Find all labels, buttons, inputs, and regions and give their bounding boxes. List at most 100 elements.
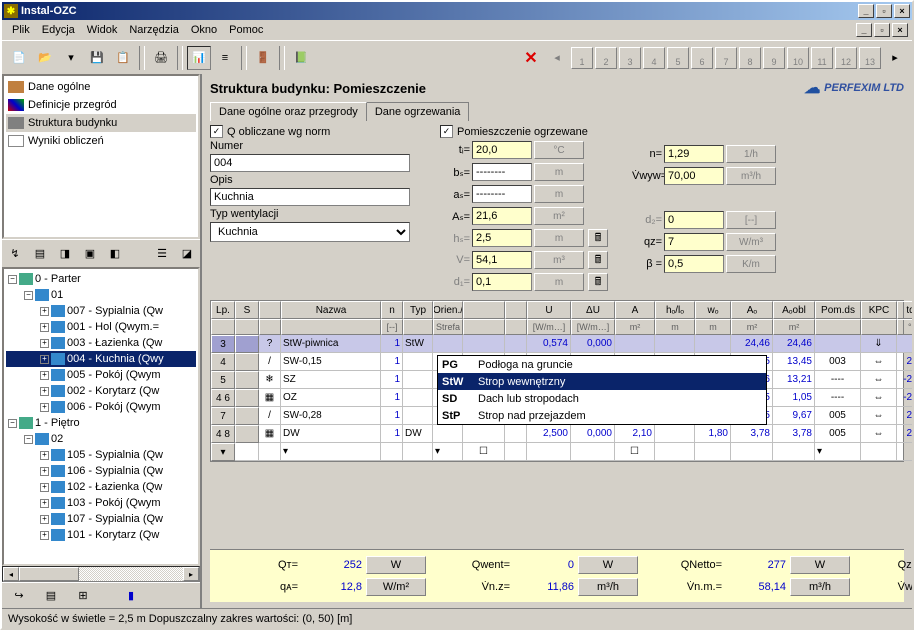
column-header[interactable]: Lp. [211, 301, 235, 319]
nav-1[interactable]: 1 [571, 47, 593, 69]
saveas-button[interactable]: 📋 [111, 46, 135, 70]
tree-node[interactable]: −0 - Parter [6, 271, 196, 287]
tree-scroll[interactable]: ◂ ▸ [2, 566, 200, 582]
as-input[interactable] [472, 185, 532, 203]
menu-narzedzia[interactable]: Narzędzia [123, 22, 185, 38]
tree-tool-4[interactable]: ▣ [80, 244, 100, 264]
column-header[interactable]: S [235, 301, 259, 319]
As-input[interactable] [472, 207, 532, 225]
bb-3[interactable]: ⊞ [71, 584, 95, 608]
tree-tool-2[interactable]: ▤ [30, 244, 50, 264]
column-header[interactable]: hₒ/lₒ [655, 301, 695, 319]
help-button[interactable]: 📗 [289, 46, 313, 70]
tree-node[interactable]: −02 [6, 431, 196, 447]
nav-5[interactable]: 5 [667, 47, 689, 69]
nav-definicje[interactable]: Definicje przegród [6, 96, 196, 114]
nav-wyniki[interactable]: Wyniki obliczeń [6, 132, 196, 150]
tab-dane-ogrzewania[interactable]: Dane ogrzewania [366, 102, 470, 121]
hs-input[interactable] [472, 229, 532, 247]
column-header[interactable]: tds [897, 301, 912, 319]
hs-calc-icon[interactable]: 🖩 [588, 229, 608, 247]
dropdown-option[interactable]: StWStrop wewnętrzny [438, 373, 766, 390]
column-header[interactable] [463, 301, 505, 319]
d1-input[interactable] [472, 273, 532, 291]
nav-next-button[interactable]: ▸ [883, 46, 907, 70]
minimize-button[interactable]: _ [858, 4, 874, 18]
dropdown-option[interactable]: SDDach lub stropodach [438, 390, 766, 407]
beta-input[interactable] [664, 255, 724, 273]
nav-8[interactable]: 8 [739, 47, 761, 69]
open-button[interactable]: 📂 [33, 46, 57, 70]
dropdown-option[interactable]: PGPodłoga na gruncie [438, 356, 766, 373]
tree-node[interactable]: +004 - Kuchnia (Qwy [6, 351, 196, 367]
nav-7[interactable]: 7 [715, 47, 737, 69]
save-button[interactable]: 💾 [85, 46, 109, 70]
nav-struktura[interactable]: Struktura budynku [6, 114, 196, 132]
tree-tool-3[interactable]: ◨ [55, 244, 75, 264]
bb-1[interactable]: ↪ [7, 584, 31, 608]
tree-node[interactable]: +002 - Korytarz (Qw [6, 383, 196, 399]
tree-node[interactable]: −01 [6, 287, 196, 303]
nav-prev-button[interactable]: ◂ [545, 46, 569, 70]
list-button[interactable]: ≡ [213, 46, 237, 70]
chk-q-obliczane[interactable]: ✓ [210, 125, 223, 138]
tree-node[interactable]: +005 - Pokój (Qwym [6, 367, 196, 383]
tree-tool-6[interactable]: ☰ [152, 244, 172, 264]
bb-4[interactable]: ▮ [119, 584, 143, 608]
bs-input[interactable] [472, 163, 532, 181]
tree-node[interactable]: +105 - Sypialnia (Qw [6, 447, 196, 463]
column-header[interactable]: ΔU [571, 301, 615, 319]
calc-button[interactable]: 📊 [187, 46, 211, 70]
column-header[interactable]: n [381, 301, 403, 319]
column-header[interactable] [259, 301, 281, 319]
tree-node[interactable]: +003 - Łazienka (Qw [6, 335, 196, 351]
menu-edycja[interactable]: Edycja [36, 22, 81, 38]
nav-11[interactable]: 11 [811, 47, 833, 69]
tree-node[interactable]: +103 - Pokój (Qwym [6, 495, 196, 511]
dropdown-button[interactable]: ▾ [59, 46, 83, 70]
print-button[interactable]: 🖨 [149, 46, 173, 70]
dropdown-option[interactable]: StPStrop nad przejazdem [438, 407, 766, 424]
d1-calc-icon[interactable]: 🖩 [588, 273, 608, 291]
column-header[interactable]: A [615, 301, 655, 319]
scroll-thumb[interactable] [19, 567, 79, 581]
column-header[interactable]: KPC [861, 301, 897, 319]
column-header[interactable]: Typ [403, 301, 433, 319]
nav-13[interactable]: 13 [859, 47, 881, 69]
new-button[interactable]: 📄 [7, 46, 31, 70]
nav-3[interactable]: 3 [619, 47, 641, 69]
tree-node[interactable]: +107 - Sypialnia (Qw [6, 511, 196, 527]
tree-node[interactable]: +101 - Korytarz (Qw [6, 527, 196, 543]
V-input[interactable] [472, 251, 532, 269]
exit-button[interactable]: 🚪 [251, 46, 275, 70]
table-row[interactable]: 3?StW-piwnica1StW0,5740,00024,4624,46⇓8,… [211, 335, 903, 353]
scroll-right-button[interactable]: ▸ [183, 567, 199, 581]
typw-select[interactable]: Kuchnia [210, 222, 410, 242]
data-grid[interactable]: Lp.SNazwanTypOrien./UΔUAhₒ/lₒwₒAₒAₒoblPo… [210, 300, 904, 462]
mdi-close-button[interactable]: × [892, 23, 908, 37]
tab-dane-ogolne[interactable]: Dane ogólne oraz przegrody [210, 102, 367, 121]
nav-6[interactable]: 6 [691, 47, 713, 69]
nav-9[interactable]: 9 [763, 47, 785, 69]
column-header[interactable]: U [527, 301, 571, 319]
bb-2[interactable]: ▤ [39, 584, 63, 608]
nav-dane-ogolne[interactable]: Dane ogólne [6, 78, 196, 96]
nav-2[interactable]: 2 [595, 47, 617, 69]
qz-input[interactable] [664, 233, 724, 251]
column-header[interactable] [505, 301, 527, 319]
tree-node[interactable]: +007 - Sypialnia (Qw [6, 303, 196, 319]
opis-input[interactable] [210, 188, 410, 206]
tree-node[interactable]: +006 - Pokój (Qwym [6, 399, 196, 415]
nav-4[interactable]: 4 [643, 47, 665, 69]
tree-tool-5[interactable]: ◧ [105, 244, 125, 264]
maximize-button[interactable]: ▫ [876, 4, 892, 18]
Vwyw-input[interactable] [664, 167, 724, 185]
mdi-minimize-button[interactable]: _ [856, 23, 872, 37]
tree-node[interactable]: +106 - Sypialnia (Qw [6, 463, 196, 479]
tree-node[interactable]: +001 - Hol (Qwym.= [6, 319, 196, 335]
menu-pomoc[interactable]: Pomoc [223, 22, 269, 38]
column-header[interactable]: Aₒ [731, 301, 773, 319]
column-header[interactable]: Orien./ [433, 301, 463, 319]
nav-10[interactable]: 10 [787, 47, 809, 69]
menu-widok[interactable]: Widok [81, 22, 124, 38]
